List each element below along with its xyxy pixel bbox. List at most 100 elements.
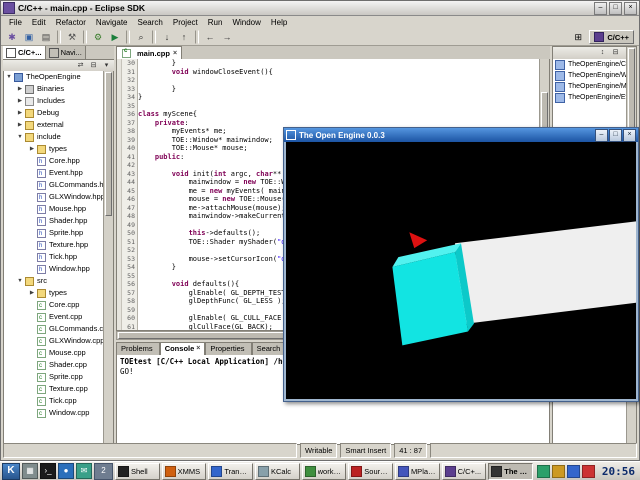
view-tab[interactable]: Console× bbox=[160, 342, 206, 355]
expand-arrow-icon[interactable]: ▶ bbox=[16, 95, 24, 107]
menu-item[interactable]: Project bbox=[168, 17, 203, 29]
print-icon[interactable]: ▤ bbox=[38, 29, 54, 45]
taskbar-task[interactable]: C/C+... bbox=[442, 463, 487, 480]
back-icon[interactable]: ← bbox=[202, 29, 218, 45]
show-desktop-icon[interactable]: ▦ bbox=[22, 463, 38, 479]
tree-item[interactable]: ▶ Includes bbox=[4, 95, 104, 107]
tree-item[interactable]: Window.cpp bbox=[4, 407, 104, 419]
maximize-button[interactable]: □ bbox=[609, 129, 622, 142]
menu-item[interactable]: Run bbox=[203, 17, 228, 29]
outline-item[interactable]: TheOpenEngine/Co bbox=[553, 59, 627, 70]
menu-item[interactable]: Navigate bbox=[91, 17, 133, 29]
taskbar-task[interactable]: worksp... bbox=[302, 463, 347, 480]
perspective-cpp-button[interactable]: C/C++ bbox=[589, 30, 634, 44]
k-menu-button[interactable]: K bbox=[2, 463, 20, 480]
tree-item[interactable]: ▼ src bbox=[4, 275, 104, 287]
engine-viewport[interactable] bbox=[286, 142, 636, 399]
run-icon[interactable]: ▶ bbox=[107, 29, 123, 45]
browser-icon[interactable]: ● bbox=[58, 463, 74, 479]
taskbar-task[interactable]: Shell bbox=[115, 463, 160, 480]
forward-icon[interactable]: → bbox=[219, 29, 235, 45]
menu-item[interactable]: Window bbox=[227, 17, 265, 29]
minimize-button[interactable]: – bbox=[595, 129, 608, 142]
tree-item[interactable]: Sprite.cpp bbox=[4, 371, 104, 383]
save-icon[interactable]: ▣ bbox=[21, 29, 37, 45]
tree-item[interactable]: GLXWindow.hpp bbox=[4, 191, 104, 203]
network-icon[interactable] bbox=[567, 465, 580, 478]
taskbar-task[interactable]: The O... bbox=[488, 463, 533, 480]
prev-annotation-icon[interactable]: ↑ bbox=[176, 29, 192, 45]
tree-item[interactable]: ▼ include bbox=[4, 131, 104, 143]
tree-item[interactable]: Shader.cpp bbox=[4, 359, 104, 371]
tree-item[interactable]: ▶ types bbox=[4, 287, 104, 299]
eclipse-titlebar[interactable]: C/C++ - main.cpp - Eclipse SDK – □ × bbox=[1, 1, 639, 16]
view-tab[interactable]: Search bbox=[252, 342, 288, 355]
engine-titlebar[interactable]: The Open Engine 0.0.3 – □ × bbox=[284, 128, 638, 142]
klipper-icon[interactable] bbox=[537, 465, 550, 478]
view-tab[interactable]: Problems bbox=[116, 342, 160, 355]
tree-item[interactable]: ▶ Debug bbox=[4, 107, 104, 119]
tree-item[interactable]: Core.hpp bbox=[4, 155, 104, 167]
tree-item[interactable]: Core.cpp bbox=[4, 299, 104, 311]
taskbar-task[interactable]: MPlayer bbox=[395, 463, 440, 480]
tree-item[interactable]: Sprite.hpp bbox=[4, 227, 104, 239]
tree-item[interactable]: Mouse.cpp bbox=[4, 347, 104, 359]
expand-arrow-icon[interactable]: ▶ bbox=[16, 107, 24, 119]
tab-main-cpp[interactable]: main.cpp × bbox=[116, 46, 182, 59]
view-tab[interactable]: C/C+... bbox=[3, 46, 46, 59]
separator[interactable] bbox=[126, 30, 130, 44]
tree-item[interactable]: Tick.cpp bbox=[4, 395, 104, 407]
build-icon[interactable]: ⚒ bbox=[64, 29, 80, 45]
taskbar-task[interactable]: XMMS bbox=[162, 463, 207, 480]
mail-icon[interactable]: ✉ bbox=[76, 463, 92, 479]
close-button[interactable]: × bbox=[624, 2, 637, 15]
debug-icon[interactable]: ⚙ bbox=[90, 29, 106, 45]
sort-icon[interactable]: ↕ bbox=[597, 48, 608, 58]
search-icon[interactable]: ⌕ bbox=[133, 29, 149, 45]
separator[interactable] bbox=[152, 30, 156, 44]
open-perspective-icon[interactable]: ⊞ bbox=[570, 29, 586, 45]
view-menu-icon[interactable]: ▾ bbox=[101, 61, 112, 71]
alert-icon[interactable] bbox=[582, 465, 595, 478]
tree-item[interactable]: Texture.hpp bbox=[4, 239, 104, 251]
tree-item[interactable]: GLCommands.hpp bbox=[4, 179, 104, 191]
expand-arrow-icon[interactable]: ▼ bbox=[5, 71, 13, 83]
taskbar-task[interactable]: KCalc bbox=[255, 463, 300, 480]
minimize-button[interactable]: – bbox=[594, 2, 607, 15]
expand-arrow-icon[interactable]: ▼ bbox=[16, 275, 24, 287]
scrollbar-thumb[interactable] bbox=[105, 72, 112, 216]
new-wizard-icon[interactable]: ✱ bbox=[4, 29, 20, 45]
expand-arrow-icon[interactable]: ▶ bbox=[16, 119, 24, 131]
view-tab[interactable]: Properties bbox=[205, 342, 251, 355]
tree-item[interactable]: Tick.hpp bbox=[4, 251, 104, 263]
outline-item[interactable]: TheOpenEngine/Wi bbox=[553, 70, 627, 81]
link-editor-icon[interactable]: ⇄ bbox=[75, 61, 86, 71]
volume-icon[interactable] bbox=[552, 465, 565, 478]
taskbar-task[interactable]: Transl... bbox=[208, 463, 253, 480]
tree-item[interactable]: Mouse.hpp bbox=[4, 203, 104, 215]
workspace-pager[interactable]: 2 bbox=[94, 463, 113, 480]
tree-item[interactable]: ▶ external bbox=[4, 119, 104, 131]
close-button[interactable]: × bbox=[623, 129, 636, 142]
menu-item[interactable]: Help bbox=[266, 17, 292, 29]
outline-item[interactable]: TheOpenEngine/Mo bbox=[553, 81, 627, 92]
taskbar-task[interactable]: Sourc... bbox=[348, 463, 393, 480]
view-tab[interactable]: Navi... bbox=[46, 46, 86, 59]
expand-arrow-icon[interactable]: ▶ bbox=[28, 143, 36, 155]
outline-item[interactable]: TheOpenEngine/Ev bbox=[553, 92, 627, 103]
tree-item[interactable]: ▶ types bbox=[4, 143, 104, 155]
expand-arrow-icon[interactable]: ▶ bbox=[28, 287, 36, 299]
expand-arrow-icon[interactable]: ▼ bbox=[16, 131, 24, 143]
tree-item[interactable]: GLXWindow.cpp bbox=[4, 335, 104, 347]
projects-scrollbar[interactable] bbox=[103, 71, 113, 444]
tree-item[interactable]: ▶ Binaries bbox=[4, 83, 104, 95]
collapse-all-icon[interactable]: ⊟ bbox=[88, 61, 99, 71]
menu-item[interactable]: Refactor bbox=[51, 17, 91, 29]
tree-item[interactable]: Event.hpp bbox=[4, 167, 104, 179]
separator[interactable] bbox=[57, 30, 61, 44]
terminal-icon[interactable]: ›_ bbox=[40, 463, 56, 479]
maximize-button[interactable]: □ bbox=[609, 2, 622, 15]
tree-item[interactable]: Window.hpp bbox=[4, 263, 104, 275]
close-tab-icon[interactable]: × bbox=[196, 343, 200, 355]
menu-item[interactable]: Edit bbox=[27, 17, 51, 29]
